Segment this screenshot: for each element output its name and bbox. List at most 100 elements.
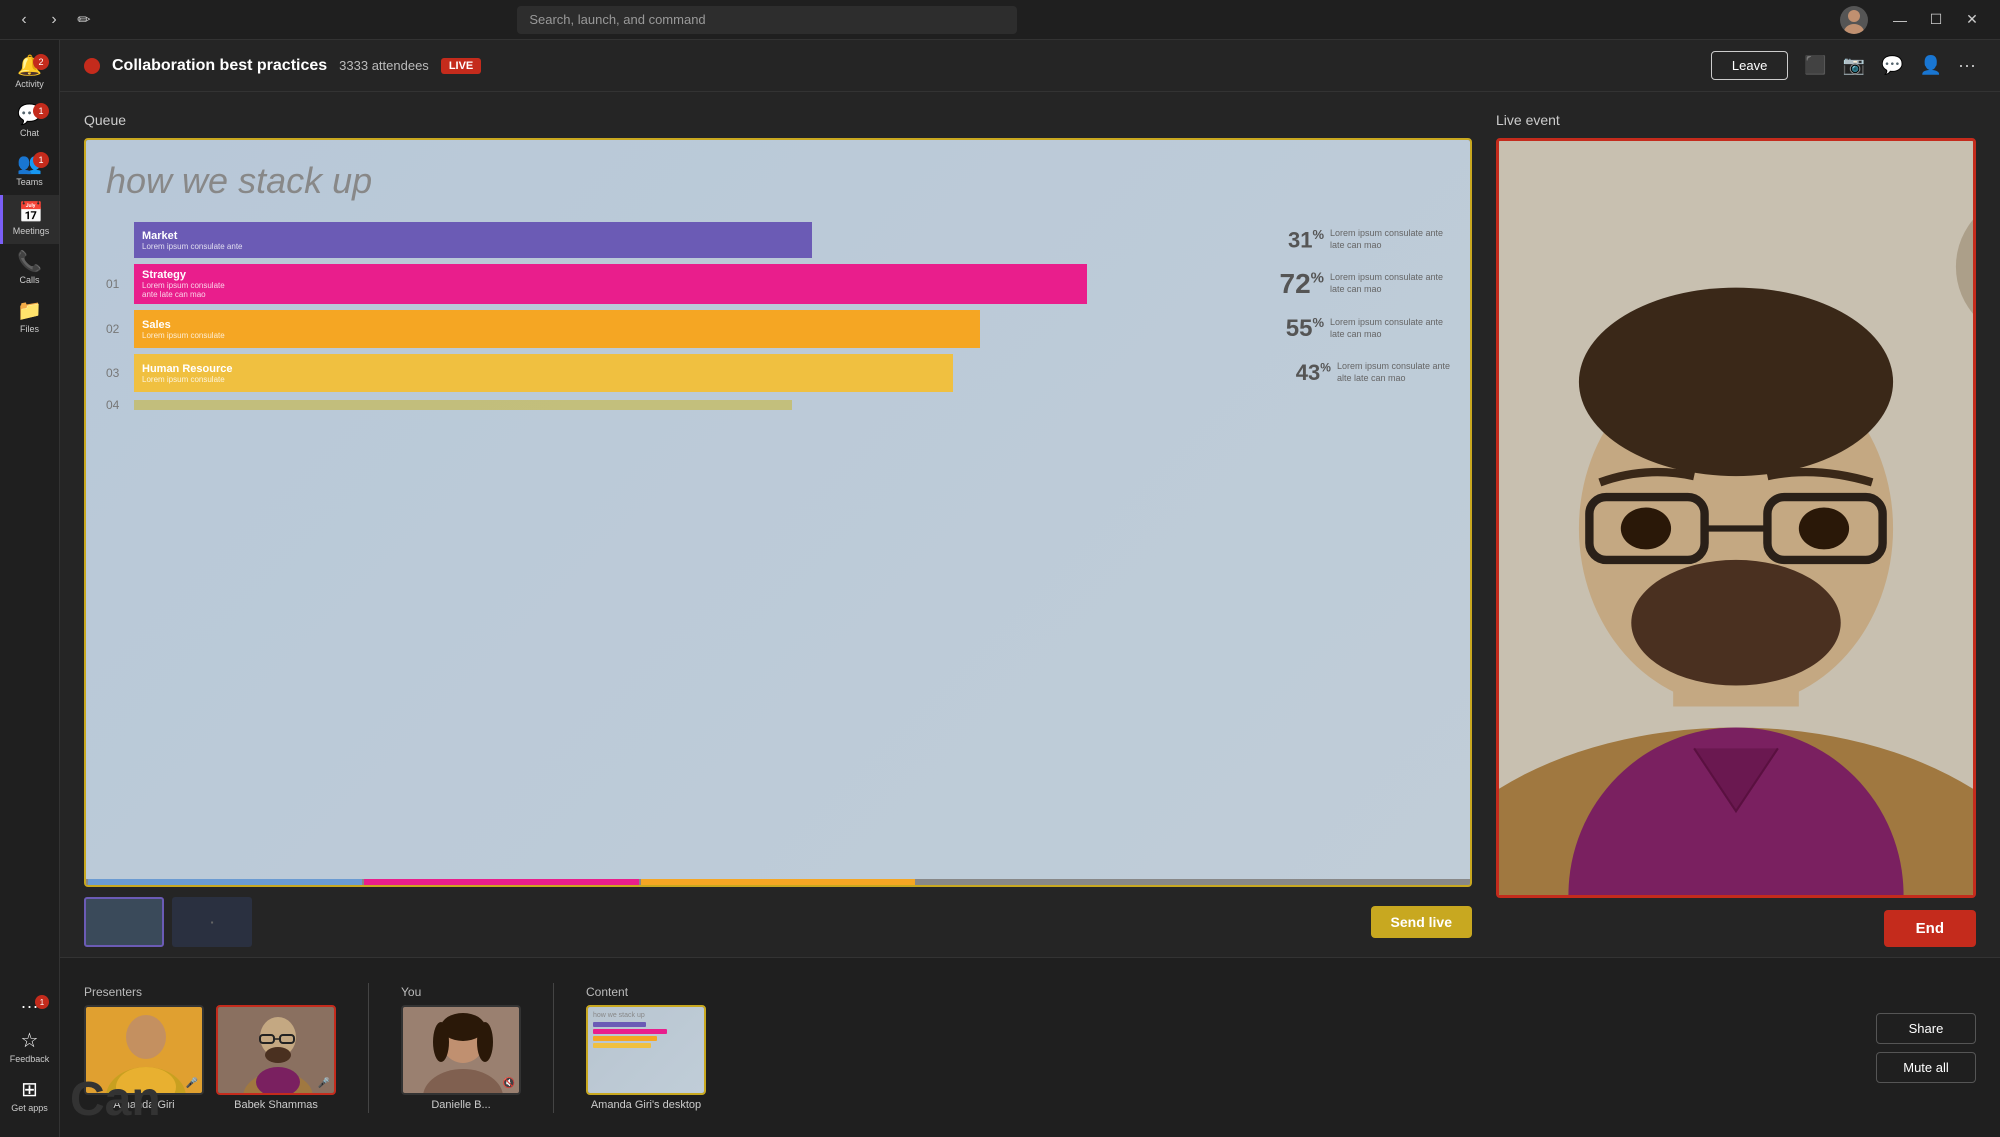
meeting-bar-actions: Leave ⬛ 📷 💬 👤 ··· (1711, 51, 1976, 80)
mini-bar (593, 1029, 667, 1034)
bottom-participants-strip: Presenters (60, 957, 2000, 1137)
files-icon: 📁 (17, 301, 42, 321)
you-group: You (401, 985, 521, 1111)
camera-icon[interactable]: 📷 (1843, 55, 1865, 76)
window-controls: — ☐ ✕ (1884, 6, 1988, 34)
feedback-icon: ☆ (21, 1031, 39, 1051)
teams-badge: 1 (33, 152, 49, 168)
end-button[interactable]: End (1884, 910, 1976, 947)
progress-segment (88, 879, 362, 885)
bar-label-text: Strategy Lorem ipsum consulateante late … (142, 269, 225, 299)
sidebar-item-calls[interactable]: 📞 Calls (0, 244, 59, 293)
sidebar-item-more[interactable]: ··· 1 (0, 989, 59, 1023)
sidebar-item-label: Meetings (13, 226, 50, 236)
mic-on-icon: 🎤 (318, 1078, 330, 1089)
sidebar-item-label: Chat (20, 128, 39, 138)
bar-section: Market Lorem ipsum consulate ante (134, 222, 1264, 258)
participant-name: Amanda Giri's desktop (591, 1099, 701, 1111)
sidebar-item-activity[interactable]: 🔔 Activity 2 (0, 48, 59, 97)
meetings-icon: 📅 (19, 203, 44, 223)
pct-desc: Lorem ipsum consulate antealte late can … (1337, 361, 1450, 384)
attendees-count: 3333 attendees (339, 58, 429, 73)
more-badge: 1 (35, 995, 49, 1009)
share-button[interactable]: Share (1876, 1013, 1976, 1044)
slide-thumb-2[interactable]: ▪ (172, 897, 252, 947)
content-items: how we stack up Amanda Giri's desktop (586, 1005, 706, 1111)
participant-tile-content: how we stack up Amanda Giri's desktop (586, 1005, 706, 1111)
chart-container: Market Lorem ipsum consulate ante 31% Lo… (106, 222, 1450, 865)
sidebar-item-label: Calls (19, 275, 39, 285)
edit-button[interactable]: ✏ (72, 8, 96, 32)
slide-title: how we stack up (106, 160, 1450, 202)
search-bar[interactable]: Search, launch, and command (517, 6, 1017, 34)
maximize-button[interactable]: ☐ (1920, 6, 1952, 34)
participant-video-content: how we stack up (586, 1005, 706, 1095)
pct-group: 72% Lorem ipsum consulate ante late can … (1272, 268, 1451, 300)
queue-label: Queue (84, 112, 1472, 128)
pct-value: 55% (1286, 315, 1324, 343)
get-apps-icon: ⊞ (21, 1080, 38, 1100)
participant-tile-danielle: 🔇 Danielle B... (401, 1005, 521, 1111)
sidebar: 🔔 Activity 2 💬 Chat 1 👥 Teams 1 📅 Meetin… (0, 40, 60, 1137)
row-num: 01 (106, 277, 126, 291)
pct-desc: Lorem ipsum consulate ante late can mao (1330, 317, 1450, 340)
user-avatar[interactable] (1840, 6, 1868, 34)
bar-fill: Human Resource Lorem ipsum consulate (134, 354, 953, 392)
progress-segment (917, 879, 1191, 885)
queue-panel: Queue how we stack up Market (84, 112, 1472, 947)
sidebar-item-files[interactable]: 📁 Files (0, 293, 59, 342)
pct-value: 72% (1280, 268, 1325, 300)
muted-icon: 🔇 (503, 1078, 515, 1089)
divider (368, 983, 369, 1113)
participants-icon[interactable]: 👤 (1920, 55, 1942, 76)
mini-bar (593, 1036, 657, 1041)
pct-desc: Lorem ipsum consulate ante late can mao (1330, 228, 1450, 251)
send-live-button[interactable]: Send live (1371, 906, 1472, 938)
close-button[interactable]: ✕ (1956, 6, 1988, 34)
chart-row: 04 (106, 398, 1450, 412)
chat-icon[interactable]: 💬 (1881, 55, 1903, 76)
minimize-button[interactable]: — (1884, 6, 1916, 34)
participant-name: Danielle B... (431, 1099, 490, 1111)
chart-row: 01 Strategy Lorem ipsum consulateante la… (106, 264, 1450, 304)
content-group: Content how we stack up (586, 985, 706, 1111)
live-event-panel: Live event (1496, 112, 1976, 947)
bar-section (134, 400, 1450, 410)
row-num: 02 (106, 322, 126, 336)
pct-group: 31% Lorem ipsum consulate ante late can … (1280, 227, 1450, 253)
nav-back-button[interactable]: ‹ (12, 8, 36, 32)
content-preview: how we stack up (588, 1007, 704, 1093)
sidebar-item-label: Get apps (11, 1103, 48, 1113)
sidebar-item-feedback[interactable]: ☆ Feedback (0, 1023, 59, 1072)
pct-value: 31% (1288, 227, 1324, 253)
send-live-area: Send live (1371, 906, 1472, 938)
mute-icon: 🎤 (186, 1078, 198, 1089)
more-options-icon[interactable]: ··· (1958, 55, 1976, 76)
mini-bars (593, 1022, 699, 1048)
pct-group: 55% Lorem ipsum consulate ante late can … (1278, 315, 1450, 343)
bar-fill: Market Lorem ipsum consulate ante (134, 222, 812, 258)
mini-slide-title: how we stack up (593, 1012, 699, 1019)
content-label: Content (586, 985, 706, 999)
sidebar-item-teams[interactable]: 👥 Teams 1 (0, 146, 59, 195)
mute-all-button[interactable]: Mute all (1876, 1052, 1976, 1083)
presenter-video (1499, 141, 1973, 895)
queue-thumbnails: ▪ Send live (84, 897, 1472, 947)
live-event-label: Live event (1496, 112, 1976, 128)
sidebar-item-get-apps[interactable]: ⊞ Get apps (0, 1072, 59, 1121)
share-screen-icon[interactable]: ⬛ (1804, 55, 1826, 76)
progress-segment (641, 879, 915, 885)
queue-slide: how we stack up Market Lorem ipsum cons (84, 138, 1472, 887)
sidebar-item-label: Files (20, 324, 39, 334)
top-panels: Queue how we stack up Market (60, 92, 2000, 957)
you-label: You (401, 985, 521, 999)
title-bar: ‹ › ✏ Search, launch, and command — ☐ ✕ (0, 0, 2000, 40)
main-content: Collaboration best practices 3333 attend… (60, 40, 2000, 1137)
slide-progress (86, 879, 1470, 885)
row-num: 04 (106, 398, 126, 412)
slide-thumb-1[interactable] (84, 897, 164, 947)
sidebar-item-meetings[interactable]: 📅 Meetings (0, 195, 59, 244)
nav-forward-button[interactable]: › (42, 8, 66, 32)
sidebar-item-chat[interactable]: 💬 Chat 1 (0, 97, 59, 146)
leave-button[interactable]: Leave (1711, 51, 1788, 80)
